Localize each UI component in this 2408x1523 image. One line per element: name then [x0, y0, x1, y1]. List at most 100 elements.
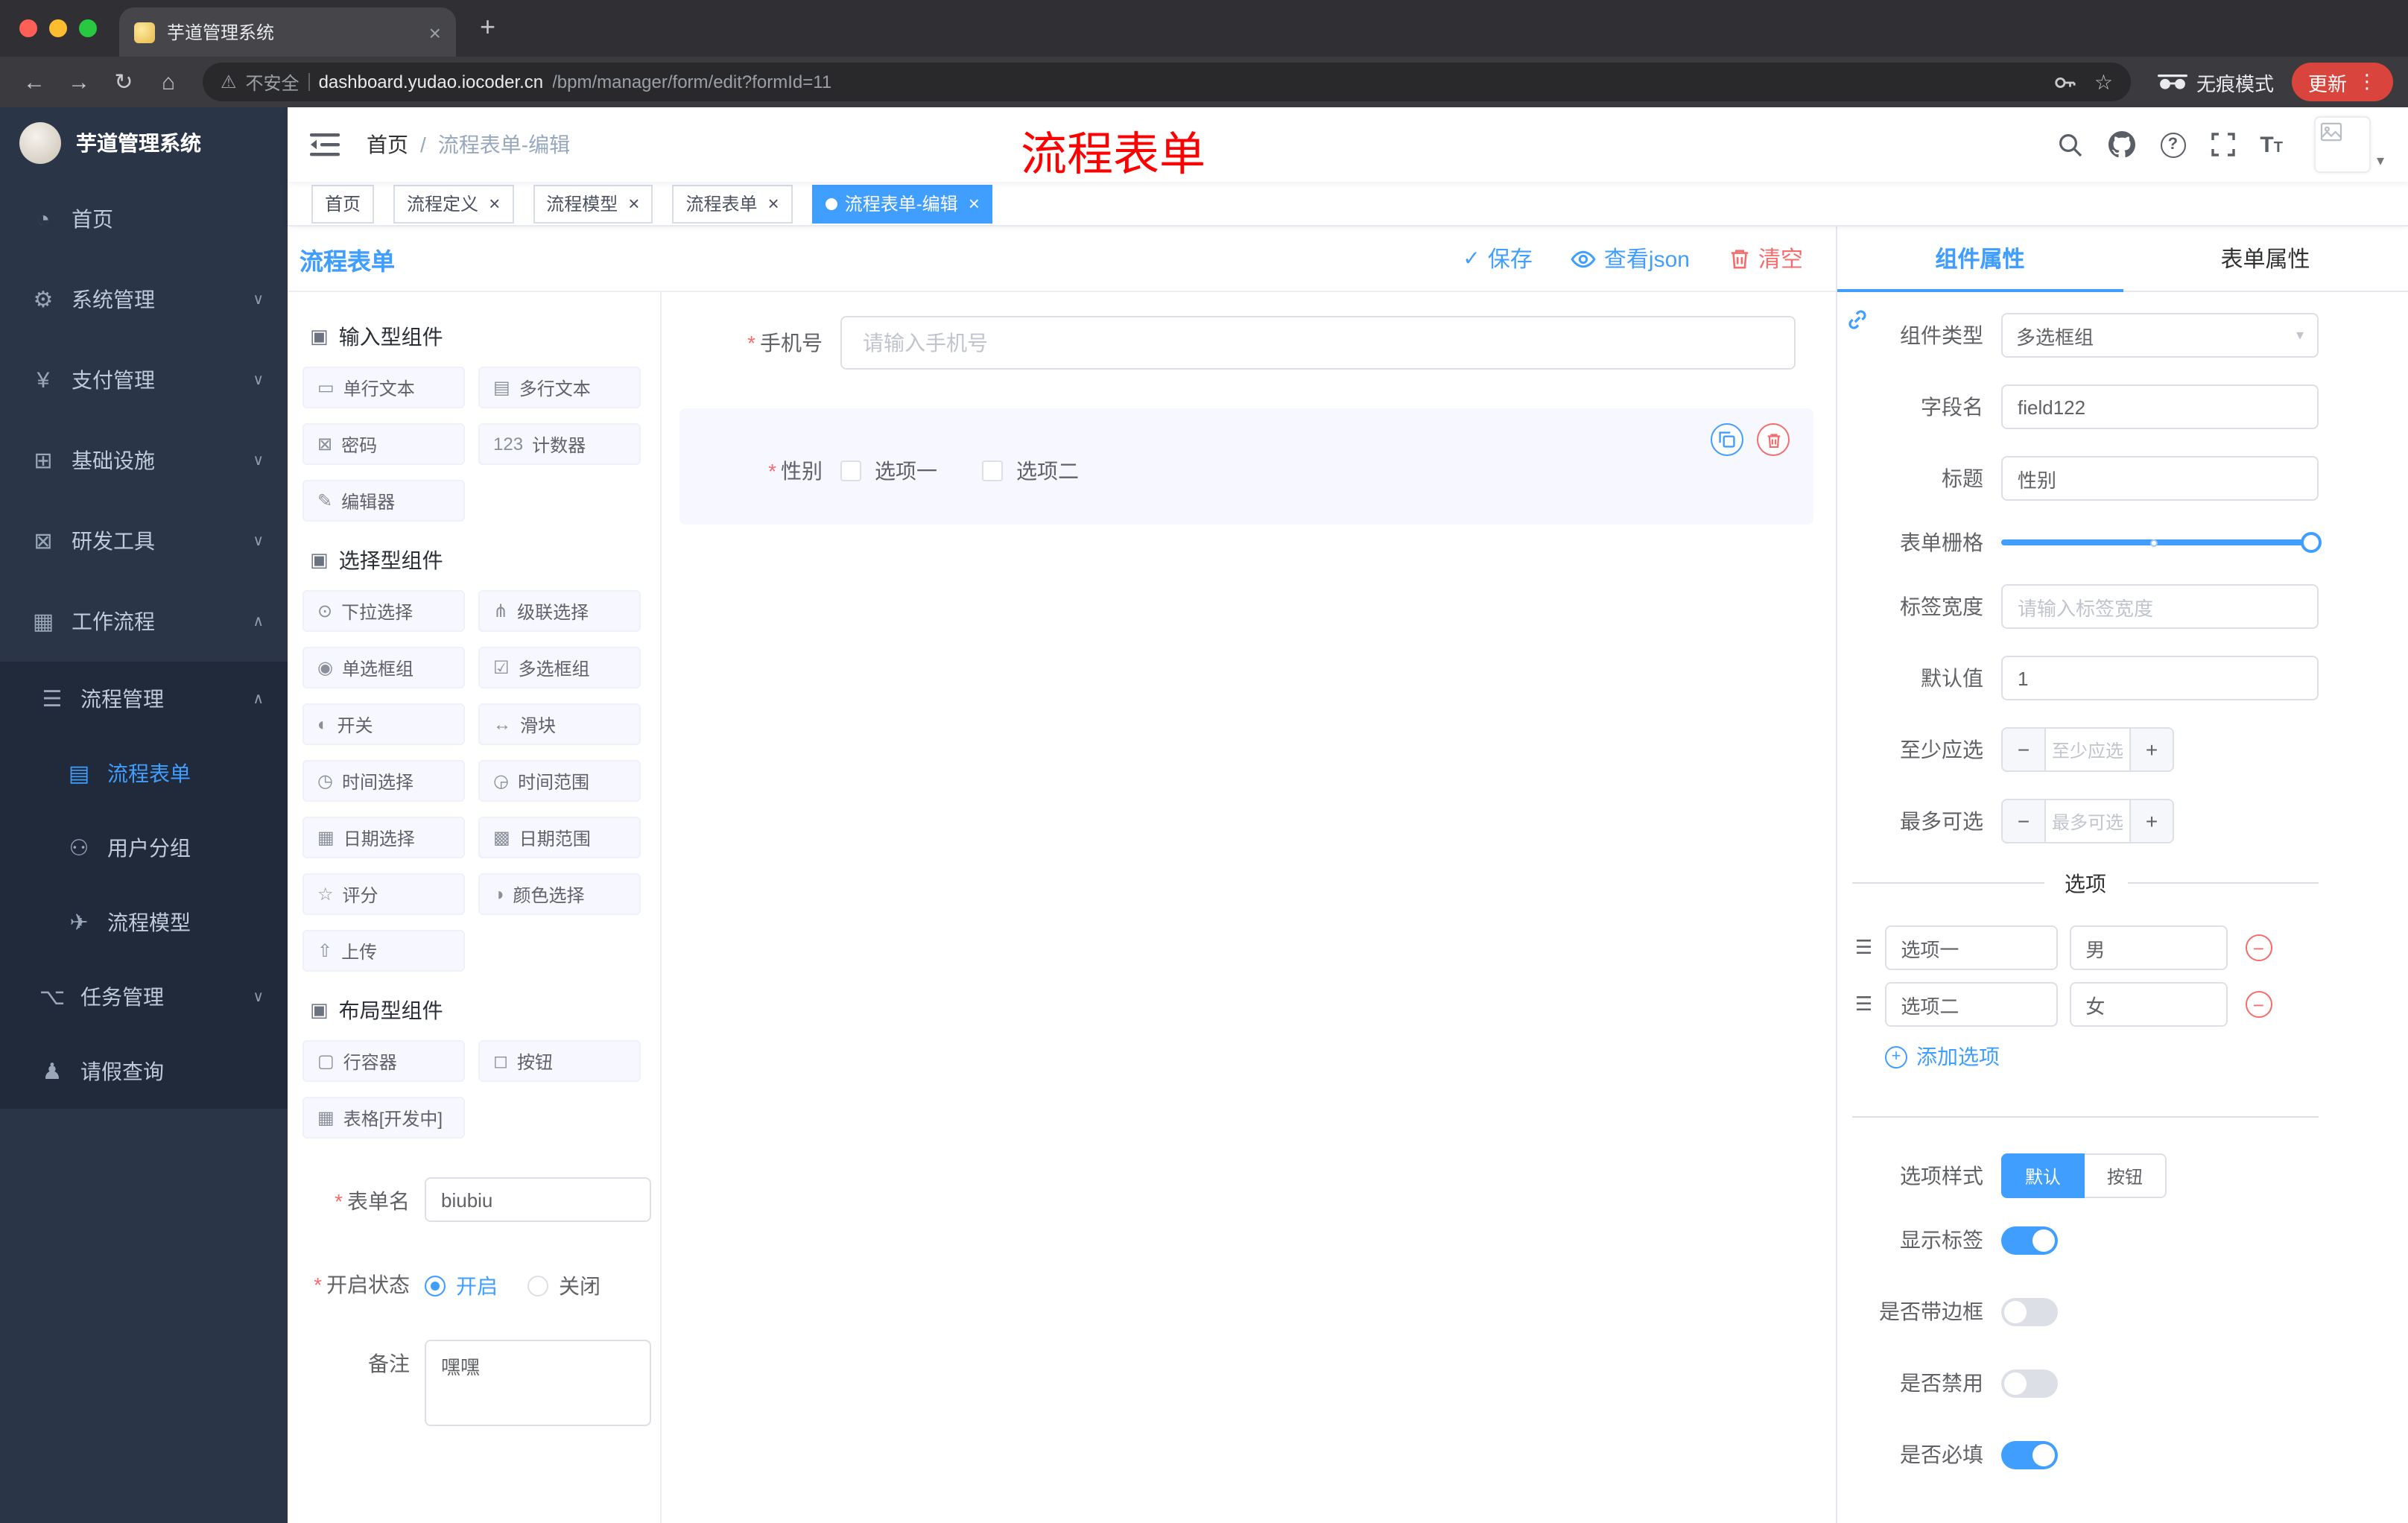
close-icon[interactable]: × — [489, 194, 500, 213]
key-icon[interactable] — [2054, 71, 2076, 93]
close-icon[interactable]: × — [768, 194, 779, 213]
sidebar-item[interactable]: ▦ 工作流程 ∧ — [0, 581, 288, 662]
help-icon[interactable]: ? — [2160, 132, 2186, 157]
tags-view-tab[interactable]: 流程模型 × — [533, 184, 653, 223]
status-on-radio[interactable]: 开启 — [425, 1261, 498, 1301]
component-chip[interactable]: ◶ 时间范围 — [478, 760, 641, 802]
component-chip[interactable]: ◷ 时间选择 — [302, 760, 465, 802]
view-json-button[interactable]: 查看json — [1571, 243, 1690, 274]
tags-view-tab[interactable]: 首页 × — [311, 184, 375, 223]
style-button-button[interactable]: 按钮 — [2085, 1153, 2167, 1198]
duplicate-field-button[interactable] — [1711, 423, 1743, 456]
title-input[interactable]: 性别 — [2001, 456, 2319, 501]
toggle-switch[interactable] — [2001, 1226, 2058, 1254]
remove-option-button[interactable]: − — [2245, 991, 2272, 1018]
gender-field-row-selected[interactable]: 性别 选项一 — [679, 408, 1813, 525]
checkbox-option[interactable]: 选项一 — [840, 456, 937, 486]
sidebar-item[interactable]: ☰ 流程管理 ∧ — [0, 662, 288, 736]
option-value-input[interactable]: 女 — [2069, 982, 2228, 1027]
form-remark-textarea[interactable]: 嘿嘿 — [425, 1340, 651, 1426]
breadcrumb-home[interactable]: 首页 — [367, 130, 408, 159]
toggle-switch[interactable] — [2001, 1440, 2058, 1469]
toggle-switch[interactable] — [2001, 1297, 2058, 1326]
phone-input[interactable]: 请输入手机号 — [840, 316, 1796, 370]
sidebar-item[interactable]: ◔ 首页 — [0, 179, 288, 259]
form-name-input[interactable]: biubiu — [425, 1177, 651, 1222]
slider-handle[interactable] — [2301, 532, 2322, 553]
toggle-switch[interactable] — [2001, 1369, 2058, 1397]
checkbox-option[interactable]: 选项二 — [982, 456, 1079, 486]
option-value-input[interactable]: 男 — [2069, 925, 2228, 970]
remove-option-button[interactable]: − — [2245, 934, 2272, 961]
properties-tab[interactable]: 表单属性 — [2123, 227, 2408, 291]
address-bar[interactable]: ⚠ 不安全 dashboard.yudao.iocoder.cn/bpm/man… — [203, 63, 2131, 101]
close-icon[interactable]: × — [628, 194, 639, 213]
update-button[interactable]: 更新 ⋮ — [2291, 63, 2393, 101]
label-width-input[interactable]: 请输入标签宽度 — [2001, 584, 2319, 629]
reload-icon[interactable]: ↻ — [104, 63, 143, 101]
default-value-input[interactable]: 1 — [2001, 656, 2319, 700]
phone-field-row[interactable]: 手机号 请输入手机号 — [679, 316, 1813, 370]
component-chip[interactable]: ◉ 单选框组 — [302, 647, 465, 688]
browser-tab[interactable]: 芋道管理系统 × — [119, 7, 456, 57]
component-chip[interactable]: ☑ 多选框组 — [478, 647, 641, 688]
component-chip[interactable]: ▦ 表格[开发中] — [302, 1097, 465, 1139]
component-chip[interactable]: ✎ 编辑器 — [302, 480, 465, 522]
style-default-button[interactable]: 默认 — [2001, 1153, 2085, 1198]
browser-menu-icon[interactable]: ⋮ — [2357, 70, 2377, 94]
component-chip[interactable]: ▦ 日期选择 — [302, 817, 465, 858]
option-name-input[interactable]: 选项二 — [1884, 982, 2058, 1027]
home-icon[interactable]: ⌂ — [149, 63, 188, 101]
hamburger-icon[interactable] — [310, 130, 343, 159]
new-tab-button[interactable]: + — [480, 13, 495, 40]
option-name-input[interactable]: 选项一 — [1884, 925, 2058, 970]
sidebar-item[interactable]: ⊠ 研发工具 ∨ — [0, 501, 288, 581]
tags-view-tab[interactable]: 流程表单 × — [672, 184, 793, 223]
component-chip[interactable]: ▭ 单行文本 — [302, 367, 465, 408]
grid-slider[interactable] — [2001, 531, 2322, 554]
bookmark-star-icon[interactable]: ☆ — [2094, 69, 2113, 95]
field-name-input[interactable]: field122 — [2001, 384, 2319, 429]
tab-close-icon[interactable]: × — [429, 22, 441, 42]
font-size-icon[interactable]: TT — [2260, 132, 2283, 157]
user-avatar[interactable]: ▾ — [2313, 116, 2384, 173]
link-icon[interactable] — [1845, 307, 1870, 340]
properties-tab[interactable]: 组件属性 — [1837, 227, 2123, 292]
component-chip[interactable]: ▢ 行容器 — [302, 1040, 465, 1082]
component-chip[interactable]: ◻ 按钮 — [478, 1040, 641, 1082]
delete-field-button[interactable] — [1757, 423, 1790, 456]
component-chip[interactable]: ◐ 开关 — [302, 703, 465, 745]
minimize-window-button[interactable] — [49, 19, 67, 37]
component-chip[interactable]: ▩ 日期范围 — [478, 817, 641, 858]
component-chip[interactable]: ⋔ 级联选择 — [478, 590, 641, 632]
sidebar-item[interactable]: ⚙ 系统管理 ∨ — [0, 259, 288, 340]
back-icon[interactable]: ← — [15, 63, 54, 101]
checkbox-icon[interactable] — [982, 460, 1003, 481]
github-icon[interactable] — [2108, 131, 2135, 158]
status-off-radio[interactable]: 关闭 — [527, 1261, 601, 1301]
drag-handle-icon[interactable]: ☰ — [1855, 992, 1872, 1016]
sidebar-item[interactable]: ⌥ 任务管理 ∨ — [0, 960, 288, 1034]
component-chip[interactable]: ◑ 颜色选择 — [478, 873, 641, 915]
min-select-input[interactable]: 至少应选 — [2044, 729, 2131, 770]
component-chip[interactable]: ↔ 滑块 — [478, 703, 641, 745]
sidebar-item[interactable]: ▤ 流程表单 — [0, 736, 288, 811]
component-chip[interactable]: ⇧ 上传 — [302, 930, 465, 972]
component-chip[interactable]: ⊙ 下拉选择 — [302, 590, 465, 632]
component-chip[interactable]: ☆ 评分 — [302, 873, 465, 915]
sidebar-item[interactable]: ♟ 请假查询 — [0, 1034, 288, 1109]
component-chip[interactable]: ⊠ 密码 — [302, 423, 465, 465]
component-type-select[interactable]: 多选框组 ▾ — [2001, 313, 2319, 358]
form-canvas[interactable]: 手机号 请输入手机号 性别 — [662, 292, 1836, 1523]
sidebar-item[interactable]: ⊞ 基础设施 ∨ — [0, 420, 288, 501]
close-window-button[interactable] — [19, 19, 37, 37]
sidebar-item[interactable]: ¥ 支付管理 ∨ — [0, 340, 288, 420]
save-button[interactable]: ✓ 保存 — [1463, 243, 1533, 274]
tags-view-tab[interactable]: 流程定义 × — [393, 184, 514, 223]
drag-handle-icon[interactable]: ☰ — [1855, 936, 1872, 960]
fullscreen-icon[interactable] — [2211, 133, 2235, 156]
checkbox-icon[interactable] — [840, 460, 861, 481]
close-icon[interactable]: × — [969, 194, 980, 213]
maximize-window-button[interactable] — [79, 19, 97, 37]
component-chip[interactable]: 123 计数器 — [478, 423, 641, 465]
